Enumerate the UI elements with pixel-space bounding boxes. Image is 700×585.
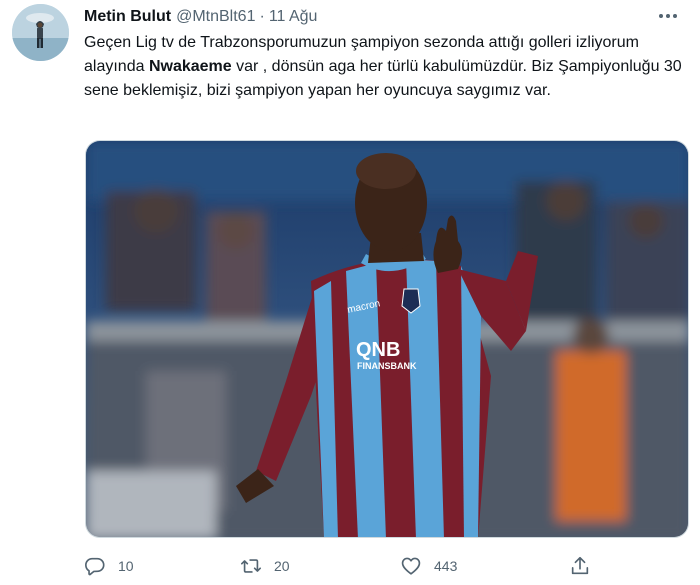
reply-count: 10 <box>118 558 134 574</box>
retweet-count: 20 <box>274 558 290 574</box>
share-button[interactable] <box>569 553 591 579</box>
tweet-header: Metin Bulut @MtnBlt61 · 11 Ağu <box>84 6 680 28</box>
share-icon <box>569 555 591 577</box>
heart-icon <box>400 555 422 577</box>
separator-dot: · <box>259 8 265 25</box>
author-handle[interactable]: @MtnBlt61 <box>176 8 255 26</box>
avatar[interactable] <box>12 4 69 61</box>
reply-icon <box>84 555 106 577</box>
author-name[interactable]: Metin Bulut <box>84 8 171 26</box>
tweet-text: Geçen Lig tv de Trabzonsporumuzun şampiy… <box>84 31 684 103</box>
retweet-icon <box>240 555 262 577</box>
more-options-icon[interactable] <box>656 6 680 26</box>
like-count: 443 <box>434 558 458 574</box>
player-photo: macron QNB FINANSBANK <box>86 141 688 537</box>
tweet-actions: 10 20 443 <box>84 553 700 579</box>
jersey-sponsor-qnb: QNB <box>356 339 400 361</box>
tweet-text-bold[interactable]: Nwakaeme <box>149 58 232 75</box>
tweet-date[interactable]: 11 Ağu <box>269 8 318 26</box>
reply-button[interactable]: 10 <box>84 553 134 579</box>
retweet-button[interactable]: 20 <box>240 553 290 579</box>
jersey-sponsor-finansbank: FINANSBANK <box>357 361 417 371</box>
tweet-media-photo[interactable]: macron QNB FINANSBANK <box>85 140 689 538</box>
avatar-image <box>12 4 69 61</box>
like-button[interactable]: 443 <box>400 553 457 579</box>
